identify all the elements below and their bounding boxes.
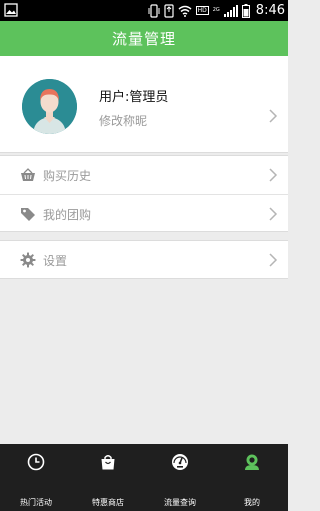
user-avatar-icon — [22, 79, 77, 134]
battery-icon — [241, 3, 250, 18]
status-time: 8:46 — [255, 3, 285, 18]
menu-item-purchase-history[interactable]: 购买历史 — [0, 156, 288, 194]
tag-icon — [21, 208, 35, 221]
notification-image-icon — [4, 3, 18, 17]
menu-item-settings[interactable]: 设置 — [0, 241, 288, 279]
avatar[interactable] — [22, 79, 77, 134]
edit-nickname-link[interactable]: 修改称昵 — [99, 112, 147, 129]
menu-group-settings: 设置 — [0, 240, 288, 279]
network-type: 2G — [212, 7, 220, 13]
wifi-icon — [178, 5, 192, 17]
bag-icon — [101, 455, 115, 470]
tab-label: 热门活动 — [20, 498, 52, 507]
chevron-right-icon — [269, 253, 278, 267]
tab-mine[interactable]: 我的 — [216, 444, 288, 511]
status-bar: HD 2G 8:46 — [0, 0, 288, 21]
tab-label: 特惠商店 — [92, 498, 124, 507]
tab-traffic-query[interactable]: 流量查询 — [144, 444, 216, 511]
tab-special-store[interactable]: 特惠商店 — [72, 444, 144, 511]
chevron-right-icon — [269, 168, 278, 182]
tab-hot-events[interactable]: 热门活动 — [0, 444, 72, 511]
gauge-icon — [172, 454, 188, 470]
menu-item-label: 设置 — [43, 254, 68, 268]
clock-icon — [27, 453, 45, 471]
chevron-right-icon — [269, 109, 278, 123]
vibrate-icon — [148, 3, 160, 18]
menu-item-label: 购买历史 — [43, 169, 92, 183]
basket-icon — [21, 168, 35, 181]
menu-item-my-group-buy[interactable]: 我的团购 — [0, 195, 288, 233]
chevron-right-icon — [269, 207, 278, 221]
tab-label: 我的 — [244, 498, 260, 507]
page-title: 流量管理 — [111, 30, 176, 48]
user-icon — [245, 454, 259, 470]
username-label: 用户:管理员 — [99, 90, 169, 105]
menu-group-orders: 购买历史 我的团购 — [0, 155, 288, 232]
profile-card[interactable]: 用户:管理员 修改称昵 — [0, 56, 288, 153]
data-transfer-icon — [163, 3, 174, 18]
bottom-nav: 热门活动 特惠商店 流量查询 我的 — [0, 444, 288, 511]
signal-icon — [223, 4, 238, 17]
app-header: 流量管理 — [0, 21, 288, 56]
tab-label: 流量查询 — [164, 498, 196, 507]
menu-item-label: 我的团购 — [43, 208, 92, 222]
hd-badge: HD — [195, 6, 209, 15]
gear-icon — [20, 252, 36, 268]
